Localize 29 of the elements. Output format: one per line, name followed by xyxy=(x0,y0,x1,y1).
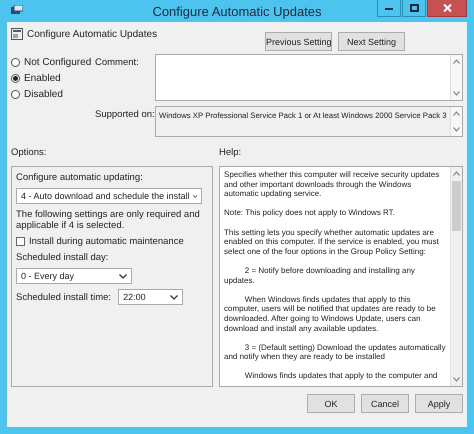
dropdown[interactable]: 4 - Auto download and schedule the install xyxy=(16,188,202,204)
nav-button[interactable]: Next Setting xyxy=(338,32,405,51)
options-label: Options: xyxy=(11,147,48,158)
dialog-button[interactable]: Cancel xyxy=(361,394,409,413)
window-title: Configure Automatic Updates xyxy=(151,4,323,18)
help-paragraph: Windows finds updates that apply to the computer and xyxy=(244,371,438,382)
radio-label[interactable]: Disabled xyxy=(24,89,63,100)
field-label: Scheduled install day: xyxy=(16,252,110,263)
supported-on-label: Supported on: xyxy=(95,108,155,122)
help-paragraph: Specifies whether this computer will receive security updates and other important downloads through the Windows automatic updating service. xyxy=(224,170,440,199)
dialog-button[interactable]: Apply xyxy=(415,394,463,413)
radio-label[interactable]: Not Configured xyxy=(24,57,92,68)
field-label: Scheduled install time: xyxy=(16,292,112,302)
field-label: Configure automatic updating: xyxy=(16,172,144,183)
note-text: The following settings are only required and applicable if 4 is selected. xyxy=(16,209,201,231)
dropdown[interactable]: 22:00 xyxy=(118,289,184,305)
dialog-button[interactable]: OK xyxy=(307,394,355,413)
nav-button[interactable]: Previous Setting xyxy=(265,32,332,51)
checkbox-label[interactable]: Install during automatic maintenance xyxy=(29,236,184,247)
help-paragraph: Note: This policy does not apply to Windows RT. xyxy=(224,208,396,218)
help-paragraph: When Windows finds updates that apply to this computer, users will be notified that updates are ready to be downloaded. After going to Windows Update, users can download and install any available updates. xyxy=(224,294,437,334)
help-paragraph: This setting lets you specify whether automatic updates are enabled on this computer. If the service is enabled, you must select one of the four options in the Group Policy Setting: xyxy=(224,228,440,256)
help-paragraph: 3 = (Default setting) Download the updates automatically and notify when they are ready to be installed xyxy=(224,342,446,362)
help-paragraph: 2 = Notify before downloading and installing any updates. xyxy=(224,266,416,286)
comment-label: Comment: xyxy=(95,56,140,70)
dropdown[interactable]: 0 - Every day xyxy=(16,268,132,284)
setting-title: Configure Automatic Updates xyxy=(27,29,158,40)
help-label: Help: xyxy=(219,147,242,158)
radio-label[interactable]: Enabled xyxy=(24,73,61,84)
